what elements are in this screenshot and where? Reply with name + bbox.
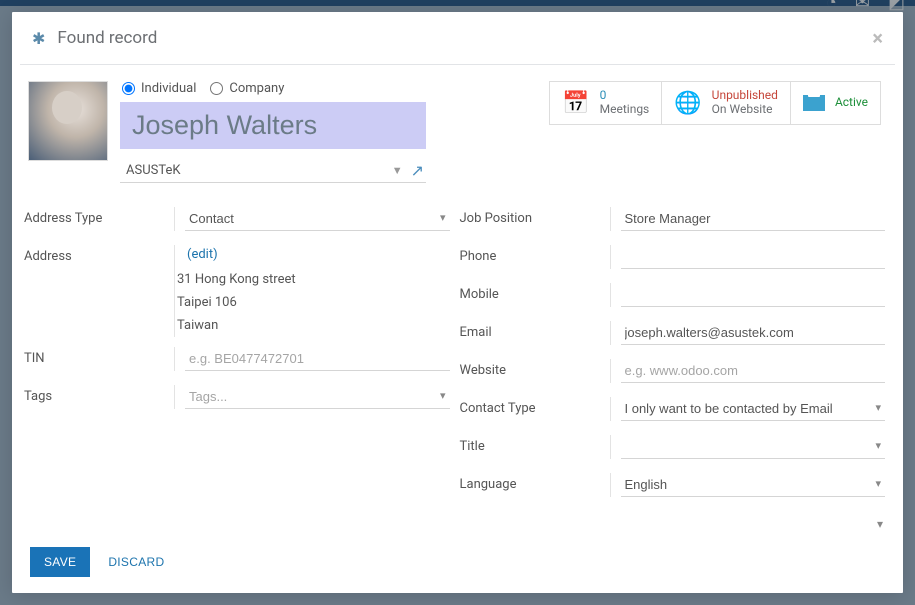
mobile-label: Mobile (460, 283, 610, 302)
address-line1: 31 Hong Kong street (177, 268, 450, 291)
external-link-icon[interactable]: ↗ (411, 161, 424, 180)
email-label: Email (460, 321, 610, 340)
address-label: Address (24, 245, 174, 264)
mobile-input[interactable] (621, 283, 886, 307)
address-line3: Taiwan (177, 314, 450, 337)
radio-company-input[interactable] (210, 82, 223, 95)
title-select[interactable] (621, 435, 886, 459)
title-label: Title (460, 435, 610, 454)
more-tabs-icon[interactable]: ▾ (877, 517, 883, 531)
website-label: Website (460, 359, 610, 378)
tin-label: TIN (24, 347, 174, 366)
meetings-count: 0 (600, 89, 650, 103)
bug-icon: ✱ (32, 29, 45, 48)
website-input[interactable] (621, 359, 886, 383)
close-icon[interactable]: × (872, 26, 883, 50)
found-record-dialog: ✱ Found record × Individual Company (12, 12, 903, 593)
contact-type-select[interactable]: I only want to be contacted by Email (621, 397, 886, 421)
tin-input[interactable] (185, 347, 450, 371)
name-input[interactable] (120, 102, 426, 149)
active-button[interactable]: Active (791, 81, 881, 125)
radio-individual-input[interactable] (122, 82, 135, 95)
contact-type-label: Contact Type (460, 397, 610, 416)
meetings-label: Meetings (600, 103, 650, 117)
meetings-button[interactable]: 📅 0 Meetings (549, 81, 662, 125)
chevron-down-icon: ▼ (392, 164, 403, 177)
website-status: Unpublished (712, 89, 778, 103)
dialog-footer: SAVE DISCARD (12, 535, 903, 593)
save-button[interactable]: SAVE (30, 547, 90, 577)
calendar-icon: 📅 (562, 91, 589, 116)
contact-type-radio-group: Individual Company (122, 81, 484, 96)
company-name: ASUSTeK (126, 163, 384, 178)
globe-icon: 🌐 (674, 91, 701, 116)
job-position-label: Job Position (460, 207, 610, 226)
tags-label: Tags (24, 385, 174, 404)
email-input[interactable] (621, 321, 886, 345)
address-type-select[interactable]: Contact (185, 207, 450, 231)
website-label: On Website (712, 103, 778, 117)
website-button[interactable]: 🌐 Unpublished On Website (662, 81, 791, 125)
address-line2: Taipei 106 (177, 291, 450, 314)
discard-button[interactable]: DISCARD (108, 555, 164, 569)
address-block: (edit) 31 Hong Kong street Taipei 106 Ta… (174, 245, 450, 337)
dialog-body: Individual Company ASUSTeK ▼ ↗ (20, 64, 895, 535)
radio-individual-label: Individual (141, 81, 196, 96)
job-position-input[interactable] (621, 207, 886, 231)
address-type-label: Address Type (24, 207, 174, 226)
stat-buttons: 📅 0 Meetings 🌐 Unpublished On Website (549, 81, 881, 183)
tags-input[interactable] (185, 385, 450, 409)
dialog-title: Found record (57, 28, 157, 48)
edit-address-link[interactable]: (edit) (187, 247, 218, 262)
dialog-header: ✱ Found record × (12, 12, 903, 58)
radio-individual[interactable]: Individual (122, 81, 196, 96)
language-select[interactable]: English (621, 473, 886, 497)
language-label: Language (460, 473, 610, 492)
active-label: Active (835, 96, 868, 110)
radio-company[interactable]: Company (210, 81, 284, 96)
radio-company-label: Company (229, 81, 284, 96)
avatar[interactable] (28, 81, 108, 161)
phone-label: Phone (460, 245, 610, 264)
company-select[interactable]: ASUSTeK ▼ ↗ (120, 159, 426, 183)
archive-icon (803, 95, 825, 111)
phone-input[interactable] (621, 245, 886, 269)
